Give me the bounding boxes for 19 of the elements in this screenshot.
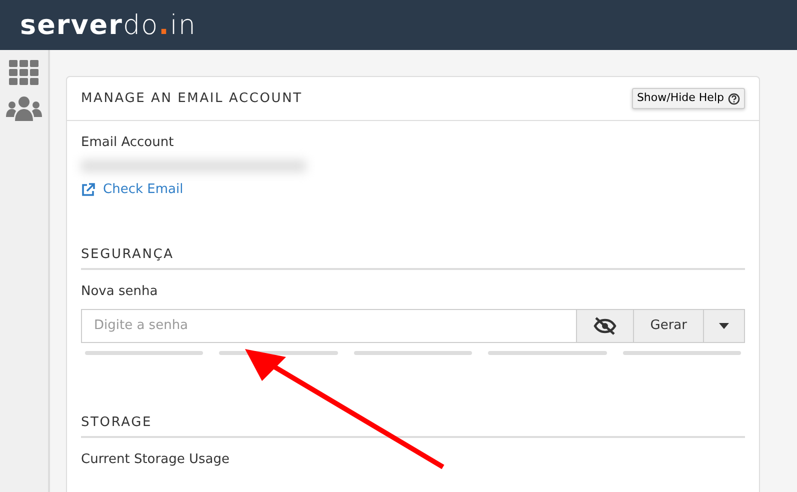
dropdown-button[interactable]: [703, 310, 744, 342]
toggle-visibility-button[interactable]: [576, 310, 634, 342]
eye-slash-icon: [593, 316, 618, 335]
field-label: Nova senha: [81, 284, 159, 301]
password-field[interactable]: Digite a senha Gerar: [81, 308, 745, 343]
help-icon: [728, 92, 740, 104]
show-hide-help-button[interactable]: Show/Hide Help: [632, 88, 745, 109]
field-label: Email Account: [81, 135, 175, 152]
section-heading: SEGURANÇA: [81, 247, 745, 270]
field-label: Current Storage Usage: [81, 452, 230, 469]
section-heading: STORAGE: [81, 414, 745, 438]
external-link-icon: [81, 182, 95, 197]
card-title: MANAGE AN EMAIL ACCOUNT: [81, 90, 302, 108]
generate-button[interactable]: Gerar: [633, 310, 703, 342]
grid-icon[interactable]: [9, 60, 39, 86]
caret-down-icon: [719, 322, 729, 329]
check-email-link[interactable]: Check Email: [81, 180, 184, 200]
users-icon[interactable]: [6, 96, 42, 122]
logo: serverdo.in: [20, 12, 196, 38]
